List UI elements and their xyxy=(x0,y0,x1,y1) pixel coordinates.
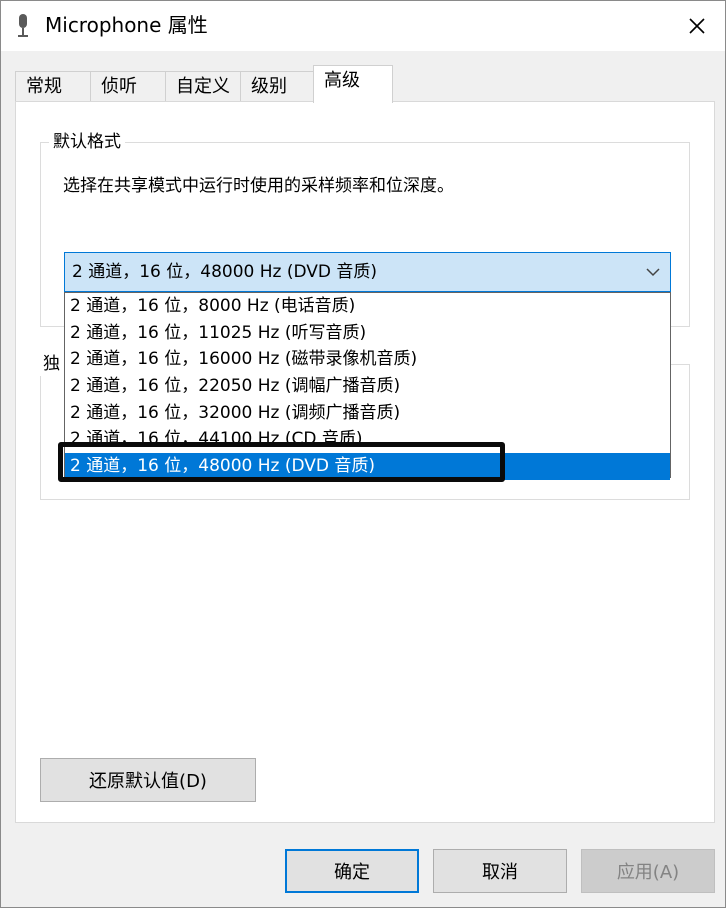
default-format-description: 选择在共享模式中运行时使用的采样频率和位深度。 xyxy=(63,176,454,196)
tab-custom[interactable]: 自定义 xyxy=(165,71,241,102)
format-option-32000[interactable]: 2 通道，16 位，32000 Hz (调频广播音质) xyxy=(65,400,670,427)
chevron-down-icon xyxy=(646,268,660,277)
restore-defaults-button[interactable]: 还原默认值(D) xyxy=(40,758,256,802)
format-option-22050[interactable]: 2 通道，16 位，22050 Hz (调幅广播音质) xyxy=(65,373,670,400)
close-icon xyxy=(689,18,705,34)
apply-button[interactable]: 应用(A) xyxy=(581,849,715,893)
sample-format-combobox[interactable]: 2 通道，16 位，48000 Hz (DVD 音质) xyxy=(64,252,671,292)
format-option-11025[interactable]: 2 通道，16 位，11025 Hz (听写音质) xyxy=(65,320,670,347)
close-button[interactable] xyxy=(669,1,725,51)
tab-strip: 常规 侦听 自定义 级别 高级 xyxy=(15,65,715,103)
sample-format-dropdown-list: 2 通道，16 位，8000 Hz (电话音质) 2 通道，16 位，11025… xyxy=(64,292,671,480)
default-format-legend: 默认格式 xyxy=(49,130,125,154)
advanced-tab-panel: 默认格式 选择在共享模式中运行时使用的采样频率和位深度。 2 通道，16 位，4… xyxy=(15,101,715,823)
format-option-44100[interactable]: 2 通道，16 位，44100 Hz (CD 音质) xyxy=(65,426,670,453)
tab-levels[interactable]: 级别 xyxy=(240,71,314,102)
combobox-selected-value: 2 通道，16 位，48000 Hz (DVD 音质) xyxy=(72,262,378,282)
cancel-button[interactable]: 取消 xyxy=(433,849,567,893)
properties-dialog: Microphone 属性 常规 侦听 自定义 级别 高级 默认格式 选择在共享… xyxy=(0,0,726,908)
exclusive-mode-legend: 独 xyxy=(39,352,64,376)
format-option-8000[interactable]: 2 通道，16 位，8000 Hz (电话音质) xyxy=(65,293,670,320)
format-option-16000[interactable]: 2 通道，16 位，16000 Hz (磁带录像机音质) xyxy=(65,346,670,373)
tab-general[interactable]: 常规 xyxy=(15,71,91,102)
window-title: Microphone 属性 xyxy=(45,13,208,37)
format-option-48000[interactable]: 2 通道，16 位，48000 Hz (DVD 音质) xyxy=(65,453,670,480)
microphone-icon xyxy=(18,14,28,37)
title-bar[interactable]: Microphone 属性 xyxy=(1,1,725,51)
tab-advanced[interactable]: 高级 xyxy=(313,65,393,103)
tab-listen[interactable]: 侦听 xyxy=(90,71,166,102)
ok-button[interactable]: 确定 xyxy=(285,849,419,893)
